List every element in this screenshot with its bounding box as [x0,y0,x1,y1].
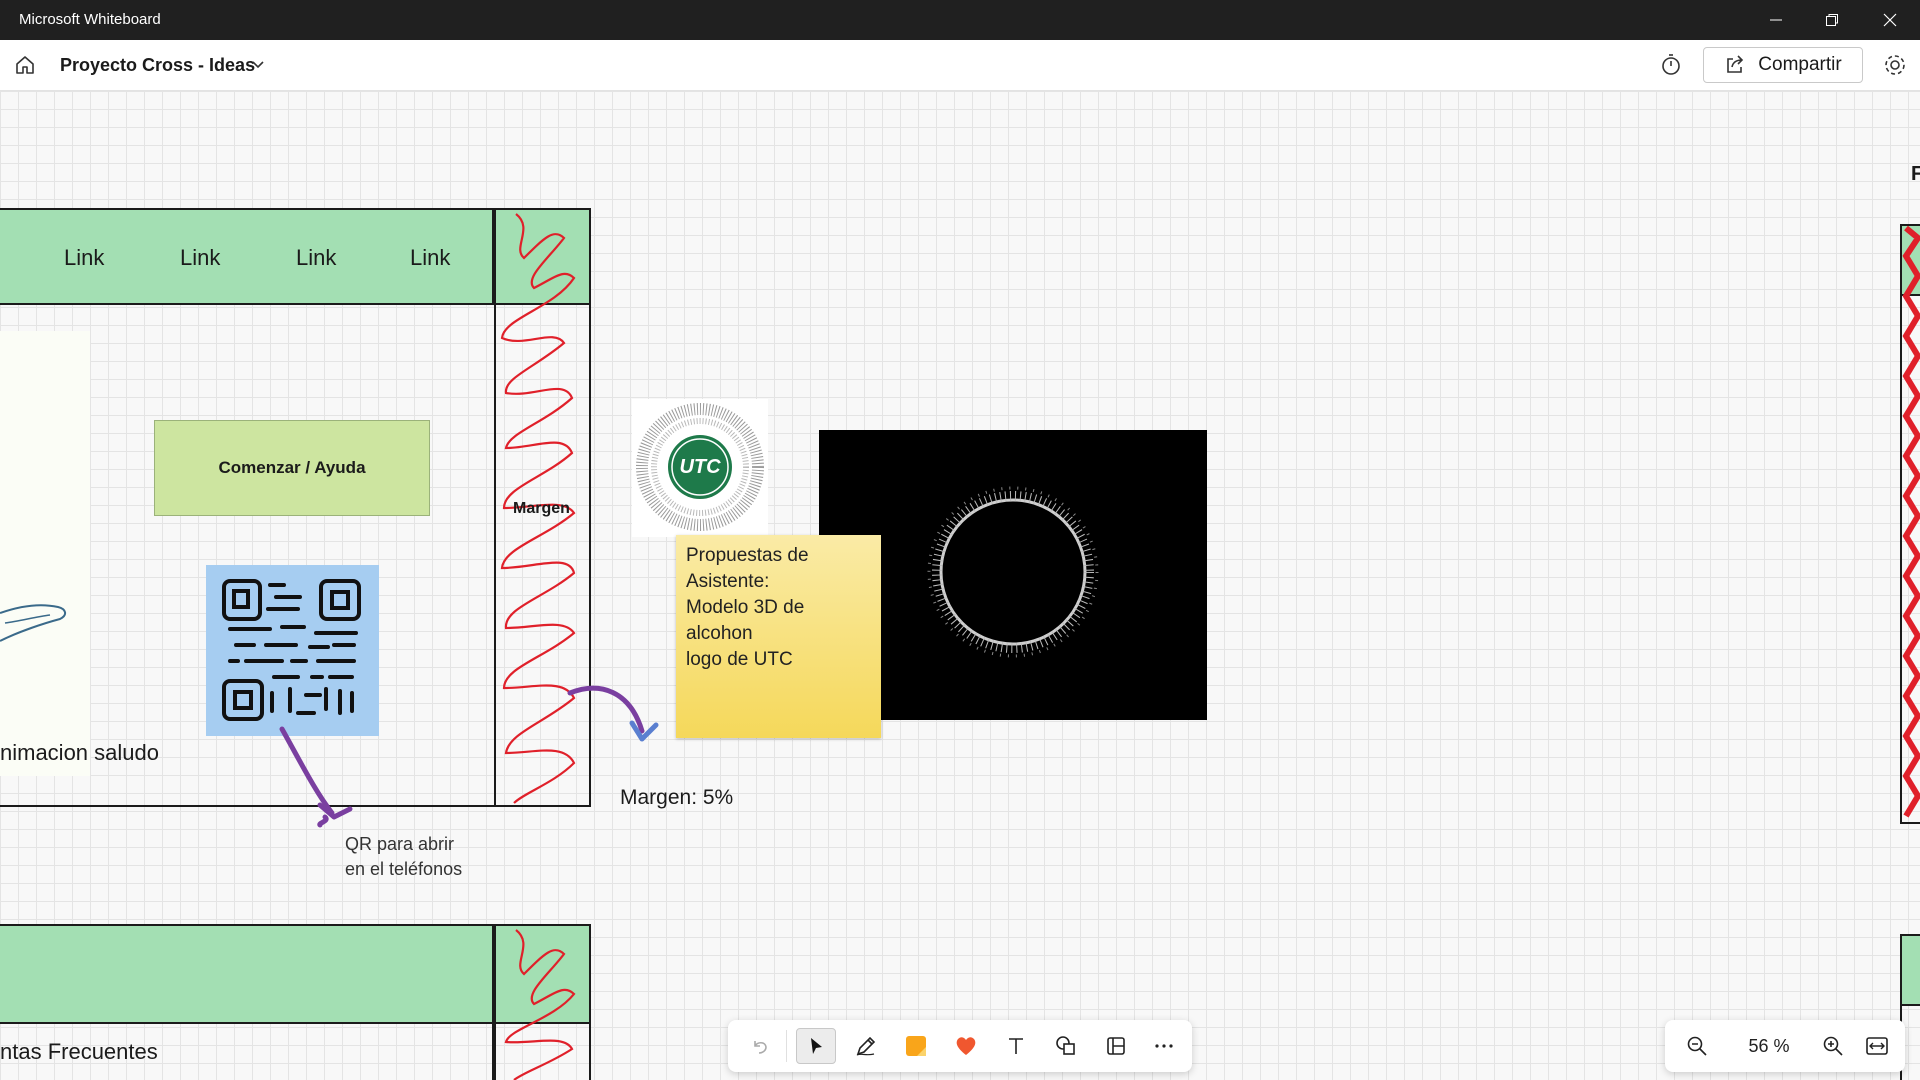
timer-button[interactable] [1658,52,1684,83]
utc-logo-text: UTC [679,456,721,478]
text-icon [1009,1038,1023,1054]
nav-link[interactable]: Link [410,245,450,271]
chevron-down-icon [252,61,264,69]
sticky-note-line: Asistente: [686,571,770,592]
arrow-to-qr-caption[interactable] [270,721,370,831]
arrow-to-margin-note[interactable] [560,681,680,781]
animation-label[interactable]: nimacion saludo [0,740,159,766]
edge-text: F [1911,163,1920,185]
window-title: Microsoft Whiteboard [19,11,161,28]
fit-screen-icon [1866,1037,1888,1055]
restore-icon [1826,14,1838,26]
app-bar: Proyecto Cross - Ideas Compartir [0,40,1920,91]
pen-tool[interactable] [846,1028,886,1064]
zoom-out-button[interactable] [1679,1028,1715,1064]
qr-caption-line2[interactable]: en el teléfonos [345,859,462,880]
templates-tool[interactable] [1096,1028,1136,1064]
nav-link[interactable]: Link [64,245,104,271]
qr-caption-line1[interactable]: QR para abrir [345,834,454,855]
select-tool[interactable] [796,1028,836,1064]
select-icon [811,1038,822,1054]
title-bar: Microsoft Whiteboard [0,0,1920,40]
timer-icon [1662,54,1680,75]
share-label: Compartir [1758,54,1842,75]
faq-label[interactable]: ntas Frecuentes [0,1039,158,1065]
margin-note[interactable]: Margen: 5% [620,786,733,810]
sticky-note[interactable]: Propuestas de Asistente: Modelo 3D de al… [676,535,881,738]
gear-icon [1885,55,1905,75]
zoom-out-icon [1687,1036,1707,1056]
reaction-tool[interactable] [946,1028,986,1064]
zoom-level[interactable]: 56 % [1729,1028,1809,1064]
utc-logo-image[interactable]: UTC [632,399,768,537]
shapes-tool[interactable] [1046,1028,1086,1064]
margin-label[interactable]: Margen [513,500,570,518]
start-help-label: Comenzar / Ayuda [218,458,366,477]
fit-to-screen-button[interactable] [1859,1028,1895,1064]
right-frame-bottom-header[interactable] [1900,934,1920,1006]
text-tool[interactable] [996,1028,1036,1064]
qr-icon [222,579,361,721]
more-tools-button[interactable] [1144,1028,1184,1064]
close-button[interactable] [1862,0,1918,40]
more-icon [1155,1044,1173,1048]
heart-icon [956,1037,976,1055]
settings-button[interactable] [1882,52,1908,83]
drawing-toolbar [728,1020,1192,1072]
whiteboard-canvas[interactable]: Link Link Link Link nimacion saludo Come… [0,91,1920,1080]
nav-link[interactable]: Link [180,245,220,271]
sticky-note-tool[interactable] [896,1028,936,1064]
sticky-note-line: alcohon [686,623,753,644]
share-icon [1727,55,1744,73]
sticky-note-line: Propuestas de [686,545,809,566]
sticky-note-icon [906,1036,926,1056]
faq-margin-scribble[interactable] [494,924,591,1080]
home-icon [16,56,34,74]
home-button[interactable] [12,52,38,78]
hand-icon [0,604,66,642]
minimize-icon [1770,19,1782,21]
nav-link[interactable]: Link [296,245,336,271]
utc-logo-icon: UTC [636,403,764,531]
start-help-box[interactable]: Comenzar / Ayuda [154,420,430,516]
sticky-note-line: logo de UTC [686,649,793,670]
templates-icon [1107,1037,1125,1055]
pen-icon [856,1036,876,1056]
shapes-icon [1056,1036,1075,1055]
qr-code[interactable] [206,565,379,736]
zoom-in-icon [1823,1036,1843,1056]
faq-header-box[interactable] [0,924,494,1024]
sticky-note-line: Modelo 3D de [686,597,805,618]
zoom-in-button[interactable] [1815,1028,1851,1064]
undo-button[interactable] [740,1028,780,1064]
share-button[interactable]: Compartir [1703,47,1863,83]
minimize-button[interactable] [1748,0,1804,40]
right-frame-scribble[interactable] [1902,226,1920,822]
undo-icon [754,1041,767,1054]
zoom-controls: 56 % [1665,1020,1905,1072]
close-icon [1883,13,1897,27]
board-menu-button[interactable] [250,57,266,78]
greeting-image-area[interactable] [0,331,90,776]
sticky-note-text: Propuestas de Asistente: Modelo 3D de al… [686,543,871,673]
restore-button[interactable] [1804,0,1860,40]
toolbar-divider [786,1030,787,1062]
board-title[interactable]: Proyecto Cross - Ideas [60,55,255,76]
